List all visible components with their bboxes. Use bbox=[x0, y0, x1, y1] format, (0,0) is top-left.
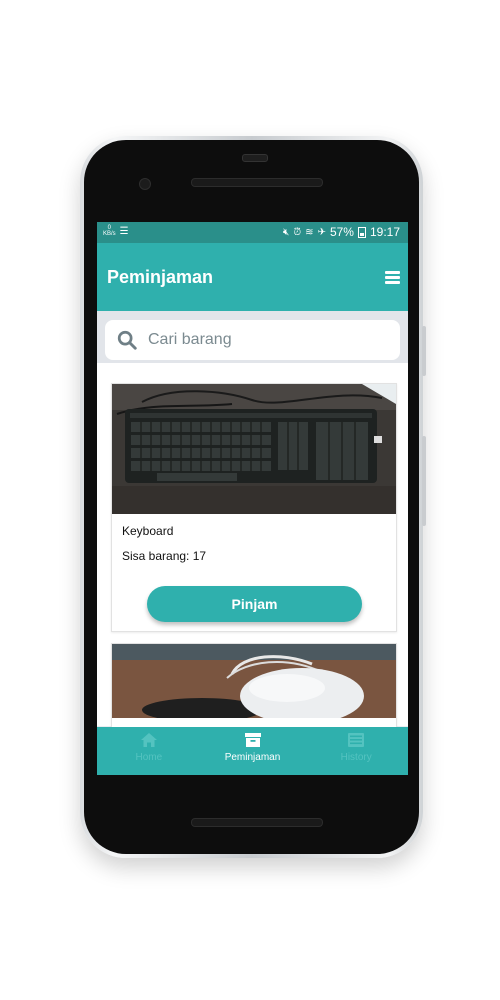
item-name: Keyboard bbox=[122, 524, 174, 538]
status-bar: 0 KB/s ☰ 🔇︎ ⏰︎ ≋ ✈ 57% 19:17 bbox=[97, 222, 408, 243]
nav-label-history: History bbox=[340, 752, 372, 763]
network-speed-unit: KB/s bbox=[103, 231, 116, 237]
nav-item-home[interactable]: Home bbox=[97, 727, 201, 775]
clock: 19:17 bbox=[369, 225, 400, 239]
item-stock: Sisa barang: 17 bbox=[122, 549, 207, 563]
keyboard-image bbox=[112, 384, 396, 514]
nav-item-history[interactable]: History bbox=[304, 727, 408, 775]
volume-button bbox=[422, 326, 426, 376]
nav-item-peminjaman[interactable]: Peminjaman bbox=[201, 727, 305, 775]
archive-icon bbox=[244, 733, 261, 747]
alarm-icon: ⏰︎ bbox=[293, 226, 302, 238]
front-camera bbox=[139, 178, 151, 190]
borrow-button[interactable]: Pinjam bbox=[147, 586, 362, 622]
search-section bbox=[97, 311, 408, 363]
list-icon bbox=[348, 733, 365, 747]
airplane-icon: ✈ bbox=[317, 226, 326, 238]
page-title: Peminjaman bbox=[107, 267, 214, 287]
search-input[interactable] bbox=[146, 330, 380, 350]
nav-label-home: Home bbox=[135, 752, 163, 763]
nav-label-peminjaman: Peminjaman bbox=[224, 752, 281, 763]
bottom-speaker bbox=[191, 818, 323, 827]
search-icon bbox=[117, 330, 137, 350]
item-card: Keyboard Sisa barang: 17 Pinjam bbox=[111, 383, 397, 632]
bottom-nav: Home Peminjaman History bbox=[97, 727, 408, 775]
app-bar: Peminjaman bbox=[97, 243, 408, 311]
item-list: Keyboard Sisa barang: 17 Pinjam bbox=[97, 363, 408, 745]
mute-icon: 🔇︎ bbox=[283, 226, 290, 238]
battery-percent: 57% bbox=[329, 225, 354, 239]
top-speaker bbox=[191, 178, 323, 187]
proximity-sensor bbox=[242, 154, 268, 162]
hamburger-menu-icon[interactable] bbox=[385, 271, 400, 284]
app-screen: 0 KB/s ☰ 🔇︎ ⏰︎ ≋ ✈ 57% 19:17 Peminjaman bbox=[97, 222, 408, 775]
home-icon bbox=[140, 733, 157, 747]
notification-list-icon: ☰ bbox=[119, 225, 129, 237]
network-speed: 0 KB/s bbox=[103, 225, 116, 237]
search-box[interactable] bbox=[105, 320, 400, 360]
wifi-icon: ≋ bbox=[305, 226, 314, 238]
power-button bbox=[422, 436, 426, 526]
battery-icon bbox=[357, 226, 366, 238]
mouse-image bbox=[112, 644, 396, 718]
